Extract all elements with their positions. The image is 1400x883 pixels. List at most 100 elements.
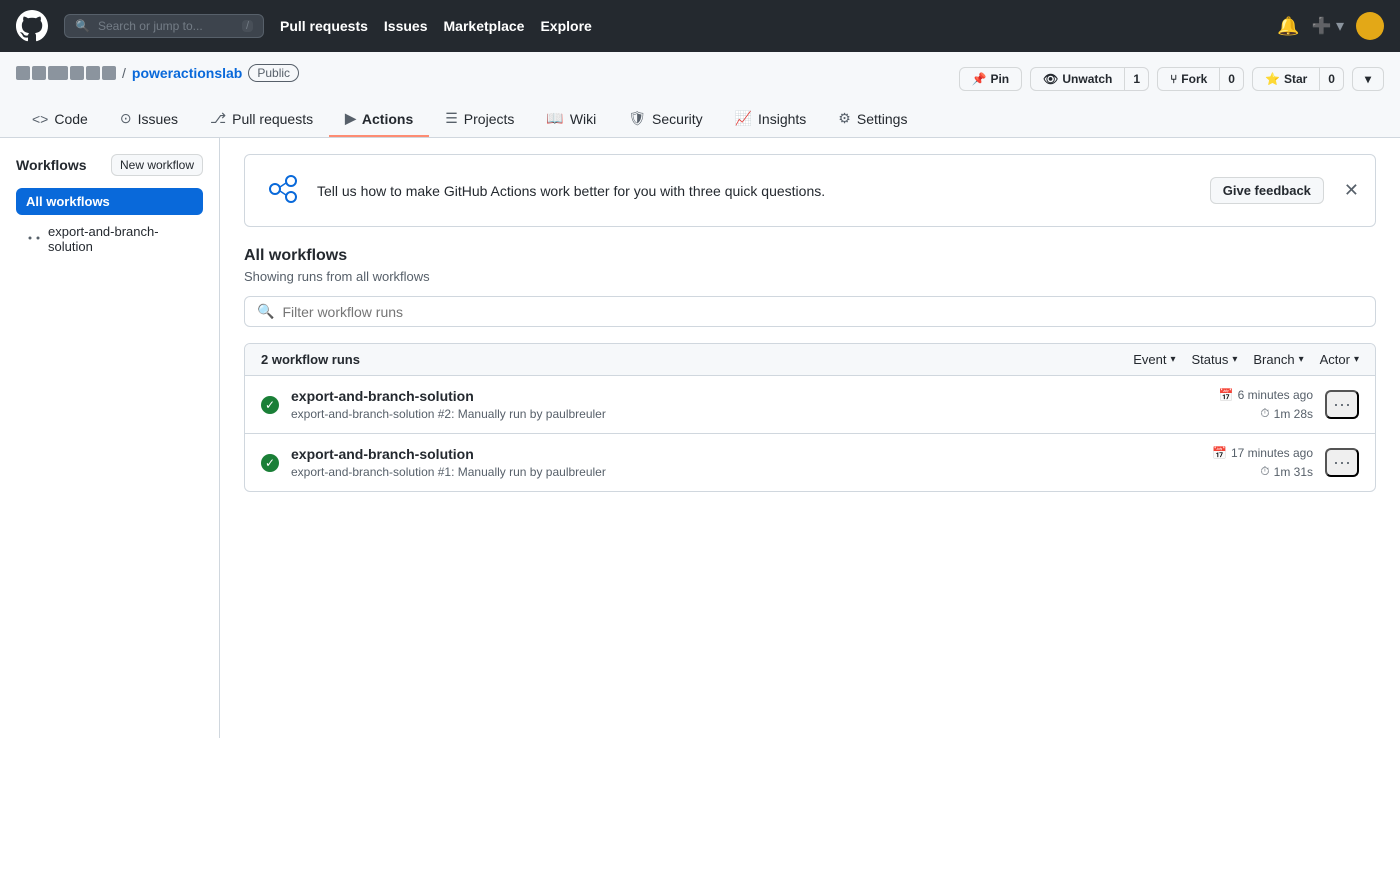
tab-insights[interactable]: 📈 Insights [719,102,823,137]
repo-name-link[interactable]: poweractionslab [132,65,242,81]
top-nav-links: Pull requests Issues Marketplace Explore [280,18,592,34]
clock-icon-1: ⏱ [1260,406,1269,421]
nav-marketplace[interactable]: Marketplace [444,18,525,34]
tab-issues[interactable]: ⊙ Issues [104,102,194,137]
pin-button-group: 📌 Pin [959,67,1023,91]
nav-issues[interactable]: Issues [384,18,428,34]
fork-button[interactable]: ⑂ Fork [1157,67,1220,91]
search-placeholder: Search or jump to... [98,19,203,33]
status-filter-button[interactable]: Status ▾ [1192,352,1238,367]
code-icon: <> [32,111,48,127]
meta-time-1: 📅 6 minutes ago [1219,388,1313,402]
repo-owner-icon [16,66,116,80]
tab-projects[interactable]: ☰ Projects [429,102,530,137]
github-logo[interactable] [16,10,48,42]
eye-icon: 👁 [1043,72,1058,86]
give-feedback-button[interactable]: Give feedback [1210,177,1324,204]
workflow-run-sub-2: export-and-branch-solution #1: Manually … [291,465,1161,479]
star-count[interactable]: 0 [1320,67,1344,91]
actions-feedback-icon [261,167,305,214]
close-banner-button[interactable]: ✕ [1344,180,1359,201]
repo-nav: <> Code ⊙ Issues ⎇ Pull requests ▶ Actio… [16,102,1384,137]
security-icon: 🛡 [628,110,646,127]
filter-bar: 🔍 [244,296,1376,327]
calendar-icon-1: 📅 [1219,388,1234,402]
nav-explore[interactable]: Explore [540,18,591,34]
nav-pull-requests[interactable]: Pull requests [280,18,368,34]
breadcrumb-sep: / [122,65,126,81]
watch-count[interactable]: 1 [1125,67,1149,91]
all-workflows-title: All workflows [244,247,1376,265]
user-avatar[interactable] [1356,12,1384,40]
tab-settings[interactable]: ⚙ Settings [822,102,923,137]
tab-security[interactable]: 🛡 Security [612,102,718,137]
all-workflows-section: All workflows Showing runs from all work… [244,247,1376,492]
tab-code[interactable]: <> Code [16,102,104,137]
branch-filter-button[interactable]: Branch ▾ [1253,352,1303,367]
workflow-run-name-1[interactable]: export-and-branch-solution [291,388,1161,404]
pr-icon: ⎇ [210,110,226,127]
sidebar-workflow-item[interactable]: export-and-branch-solution [16,219,203,259]
pin-icon: 📌 [972,72,987,86]
star-button-group: ⭐ Star 0 [1252,67,1344,91]
issues-icon: ⊙ [120,110,132,127]
workflow-run-info-1: export-and-branch-solution export-and-br… [291,388,1161,421]
event-filter-button[interactable]: Event ▾ [1133,352,1175,367]
fork-count[interactable]: 0 [1220,67,1244,91]
filter-input[interactable] [282,304,1363,320]
projects-icon: ☰ [445,110,458,127]
tab-wiki[interactable]: 📖 Wiki [530,102,612,137]
run-more-button-2[interactable]: ··· [1325,448,1359,477]
meta-duration-2: ⏱ 1m 31s [1260,464,1313,479]
fork-icon: ⑂ [1170,72,1177,86]
sidebar-workflow-label: export-and-branch-solution [48,224,193,254]
tab-actions[interactable]: ▶ Actions [329,102,429,137]
top-nav: 🔍 Search or jump to... / Pull requests I… [0,0,1400,52]
watch-button[interactable]: 👁 Unwatch [1030,67,1125,91]
search-box[interactable]: 🔍 Search or jump to... / [64,14,264,38]
sidebar-header: Workflows New workflow [16,154,203,176]
pin-button[interactable]: 📌 Pin [959,67,1023,91]
repo-header: / poweractionslab Public 📌 Pin 👁 Unwatch… [0,52,1400,138]
status-success-icon-1: ✓ [261,396,279,414]
workflow-run-sub-1: export-and-branch-solution #2: Manually … [291,407,1161,421]
top-nav-right: 🔔 ➕ ▾ [1277,12,1384,40]
event-chevron-icon: ▾ [1170,354,1175,365]
branch-chevron-icon: ▾ [1299,354,1304,365]
workflow-filter-controls: Event ▾ Status ▾ Branch ▾ Actor [1133,352,1359,367]
table-row: ✓ export-and-branch-solution export-and-… [245,376,1375,434]
all-workflows-subtitle: Showing runs from all workflows [244,269,1376,284]
workflow-run-meta-1: 📅 6 minutes ago ⏱ 1m 28s [1173,388,1313,421]
public-badge: Public [248,64,299,82]
feedback-banner: Tell us how to make GitHub Actions work … [244,154,1376,227]
sidebar-title: Workflows [16,157,87,173]
fork-button-group: ⑂ Fork 0 [1157,67,1244,91]
tab-pull-requests[interactable]: ⎇ Pull requests [194,102,329,137]
sidebar-all-workflows[interactable]: All workflows [16,188,203,215]
new-workflow-button[interactable]: New workflow [111,154,203,176]
actions-content-area: Tell us how to make GitHub Actions work … [220,138,1400,738]
actor-filter-button[interactable]: Actor ▾ [1320,352,1359,367]
wiki-icon: 📖 [546,110,563,127]
actions-icon: ▶ [345,110,356,127]
workflow-item-icon [26,230,42,249]
star-icon: ⭐ [1265,72,1280,86]
workflow-run-info-2: export-and-branch-solution export-and-br… [291,446,1161,479]
workflow-run-name-2[interactable]: export-and-branch-solution [291,446,1161,462]
meta-duration-1: ⏱ 1m 28s [1260,406,1313,421]
status-chevron-icon: ▾ [1232,354,1237,365]
status-success-icon-2: ✓ [261,454,279,472]
star-button[interactable]: ⭐ Star [1252,67,1320,91]
run-more-button-1[interactable]: ··· [1325,390,1359,419]
repo-actions-dropdown[interactable]: ▾ [1352,67,1384,91]
workflow-run-meta-2: 📅 17 minutes ago ⏱ 1m 31s [1173,446,1313,479]
settings-icon: ⚙ [838,110,851,127]
filter-search-icon: 🔍 [257,303,274,320]
bell-icon[interactable]: 🔔 [1277,16,1299,37]
plus-icon[interactable]: ➕ ▾ [1312,16,1344,36]
repo-header-actions: 📌 Pin 👁 Unwatch 1 ⑂ Fork 0 [959,67,1384,91]
workflow-runs-table: 2 workflow runs Event ▾ Status ▾ Branch [244,343,1376,492]
meta-time-2: 📅 17 minutes ago [1212,446,1313,460]
watch-button-group: 👁 Unwatch 1 [1030,67,1149,91]
table-row: ✓ export-and-branch-solution export-and-… [245,434,1375,491]
